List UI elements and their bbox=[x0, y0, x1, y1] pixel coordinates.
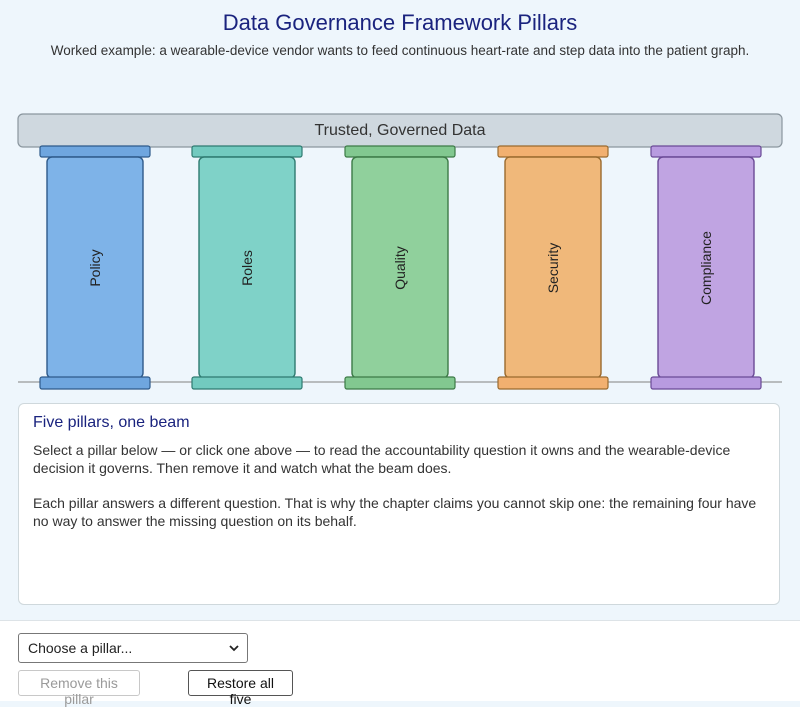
panel-heading: Five pillars, one beam bbox=[33, 414, 190, 431]
pillar-base bbox=[191, 376, 303, 390]
chevron-down-icon bbox=[229, 645, 239, 652]
pillar-base bbox=[39, 376, 151, 390]
info-panel: Five pillars, one beam Select a pillar b… bbox=[18, 403, 780, 605]
pillar-select[interactable]: Choose a pillar... bbox=[18, 633, 248, 663]
beam: Trusted, Governed Data bbox=[17, 113, 783, 148]
pillar-capital bbox=[650, 145, 762, 158]
pillar-quality[interactable]: Quality bbox=[344, 145, 456, 390]
pillar-capital bbox=[344, 145, 456, 158]
remove-pillar-button[interactable]: Remove this pillar bbox=[18, 670, 140, 707]
pillar-label: Roles bbox=[239, 250, 255, 286]
pillar-select-value: Choose a pillar... bbox=[28, 640, 133, 656]
pillar-capital bbox=[39, 145, 151, 158]
controls-bar: Choose a pillar... Remove this pillar Re… bbox=[0, 620, 800, 707]
restore-all-button[interactable]: Restore all five bbox=[188, 670, 293, 707]
pillar-label: Security bbox=[545, 243, 561, 294]
pillar-compliance[interactable]: Compliance bbox=[650, 145, 762, 390]
pillar-capital bbox=[191, 145, 303, 158]
pillar-label: Policy bbox=[87, 249, 103, 286]
pillar-diagram: Trusted, Governed Data Policy Roles Qualit… bbox=[17, 113, 783, 390]
pillar-security[interactable]: Security bbox=[497, 145, 609, 390]
panel-paragraph-2: Each pillar answers a different question… bbox=[33, 495, 757, 529]
pillar-label: Compliance bbox=[698, 231, 714, 305]
pillar-base bbox=[344, 376, 456, 390]
beam-label: Trusted, Governed Data bbox=[314, 122, 485, 139]
pillar-policy[interactable]: Policy bbox=[39, 145, 151, 390]
pillar-roles[interactable]: Roles bbox=[191, 145, 303, 390]
pillar-label: Quality bbox=[392, 246, 408, 290]
pillar-capital bbox=[497, 145, 609, 158]
pillar-base bbox=[497, 376, 609, 390]
pillar-base bbox=[650, 376, 762, 390]
panel-paragraph-1: Select a pillar below — or click one abo… bbox=[33, 442, 731, 476]
